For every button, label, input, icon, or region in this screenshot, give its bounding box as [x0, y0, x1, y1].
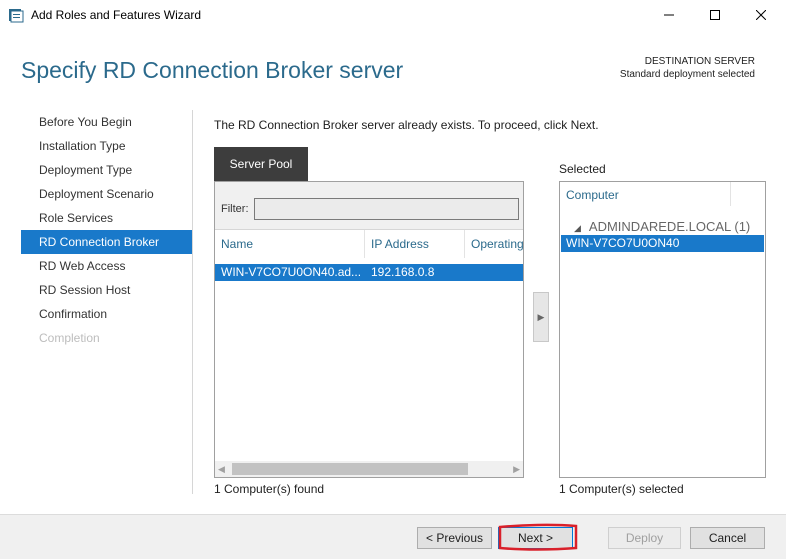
minimize-icon [664, 14, 674, 16]
filter-input[interactable] [254, 198, 519, 220]
pool-column-headers: Name IP Address Operating [215, 230, 523, 258]
computers-found-text: 1 Computer(s) found [214, 482, 325, 496]
nav-item-completion: Completion [39, 331, 100, 345]
maximize-icon [710, 10, 720, 20]
destination-server-info: DESTINATION SERVER Standard deployment s… [620, 55, 755, 81]
destination-label: DESTINATION SERVER [644, 56, 755, 67]
wizard-app-icon [9, 9, 24, 23]
close-icon [756, 10, 766, 20]
selected-group-label: ADMINDAREDE.LOCAL (1) [588, 219, 751, 234]
horizontal-scrollbar[interactable]: ◀ ▶ [215, 461, 523, 477]
selected-label: Selected [559, 162, 606, 176]
page-title: Specify RD Connection Broker server [21, 57, 404, 83]
title-bar: Add Roles and Features Wizard [0, 0, 786, 30]
window-title: Add Roles and Features Wizard [31, 8, 202, 22]
filter-row: Filter: [215, 182, 523, 230]
nav-item-confirmation[interactable]: Confirmation [21, 302, 193, 326]
row-ip-address: 192.168.0.8 [371, 265, 435, 279]
add-arrow-icon: ▶ [537, 311, 545, 322]
column-divider [730, 182, 731, 206]
row-name: WIN-V7CO7U0ON40.ad... [221, 265, 362, 279]
add-to-selected-button[interactable]: ▶ [533, 292, 549, 342]
column-header-computer[interactable]: Computer [566, 188, 619, 202]
selected-panel: Computer ◢ ADMINDAREDE.LOCAL (1) WIN-V7CO… [559, 181, 766, 478]
cancel-button[interactable]: Cancel [690, 527, 765, 549]
nav-item-deployment-type[interactable]: Deployment Type [21, 158, 193, 182]
table-row[interactable]: WIN-V7CO7U0ON40.ad... 192.168.0.8 [215, 264, 523, 281]
column-header-operating-system[interactable]: Operating [465, 230, 523, 258]
nav-item-rd-web-access[interactable]: RD Web Access [21, 254, 193, 278]
server-pool-panel: Filter: Name IP Address Operating WIN-V7… [214, 181, 524, 478]
selected-group-row[interactable]: ◢ ADMINDAREDE.LOCAL (1) [574, 219, 750, 234]
wizard-nav: Before You Begin Installation Type Deplo… [21, 110, 193, 350]
nav-item-before-you-begin[interactable]: Before You Begin [21, 110, 193, 134]
close-button[interactable] [738, 0, 784, 30]
nav-item-deployment-scenario[interactable]: Deployment Scenario [21, 182, 193, 206]
scroll-right-icon[interactable]: ▶ [513, 464, 520, 475]
expand-triangle-icon[interactable]: ◢ [574, 223, 581, 233]
column-header-name[interactable]: Name [215, 230, 365, 258]
nav-item-role-services[interactable]: Role Services [21, 206, 193, 230]
filter-label: Filter: [221, 203, 249, 215]
scrollbar-thumb[interactable] [232, 463, 468, 475]
nav-divider [192, 110, 193, 494]
deploy-button: Deploy [608, 527, 681, 549]
computers-selected-text: 1 Computer(s) selected [559, 482, 684, 496]
maximize-button[interactable] [692, 0, 738, 30]
nav-item-rd-session-host[interactable]: RD Session Host [21, 278, 193, 302]
selected-item[interactable]: WIN-V7CO7U0ON40 [561, 235, 764, 252]
next-button[interactable]: Next > [498, 527, 573, 549]
previous-button[interactable]: < Previous [417, 527, 492, 549]
nav-item-installation-type[interactable]: Installation Type [21, 134, 193, 158]
tab-server-pool[interactable]: Server Pool [214, 147, 308, 181]
scroll-left-icon[interactable]: ◀ [218, 464, 225, 475]
minimize-button[interactable] [646, 0, 692, 30]
wizard-footer: < Previous Next > Deploy Cancel [0, 514, 786, 559]
column-header-ip-address[interactable]: IP Address [365, 230, 465, 258]
wizard-header: Specify RD Connection Broker server DEST… [0, 30, 786, 102]
instruction-message: The RD Connection Broker server already … [214, 118, 599, 132]
nav-item-rd-connection-broker[interactable]: RD Connection Broker [21, 230, 193, 254]
destination-value: Standard deployment selected [619, 69, 755, 80]
